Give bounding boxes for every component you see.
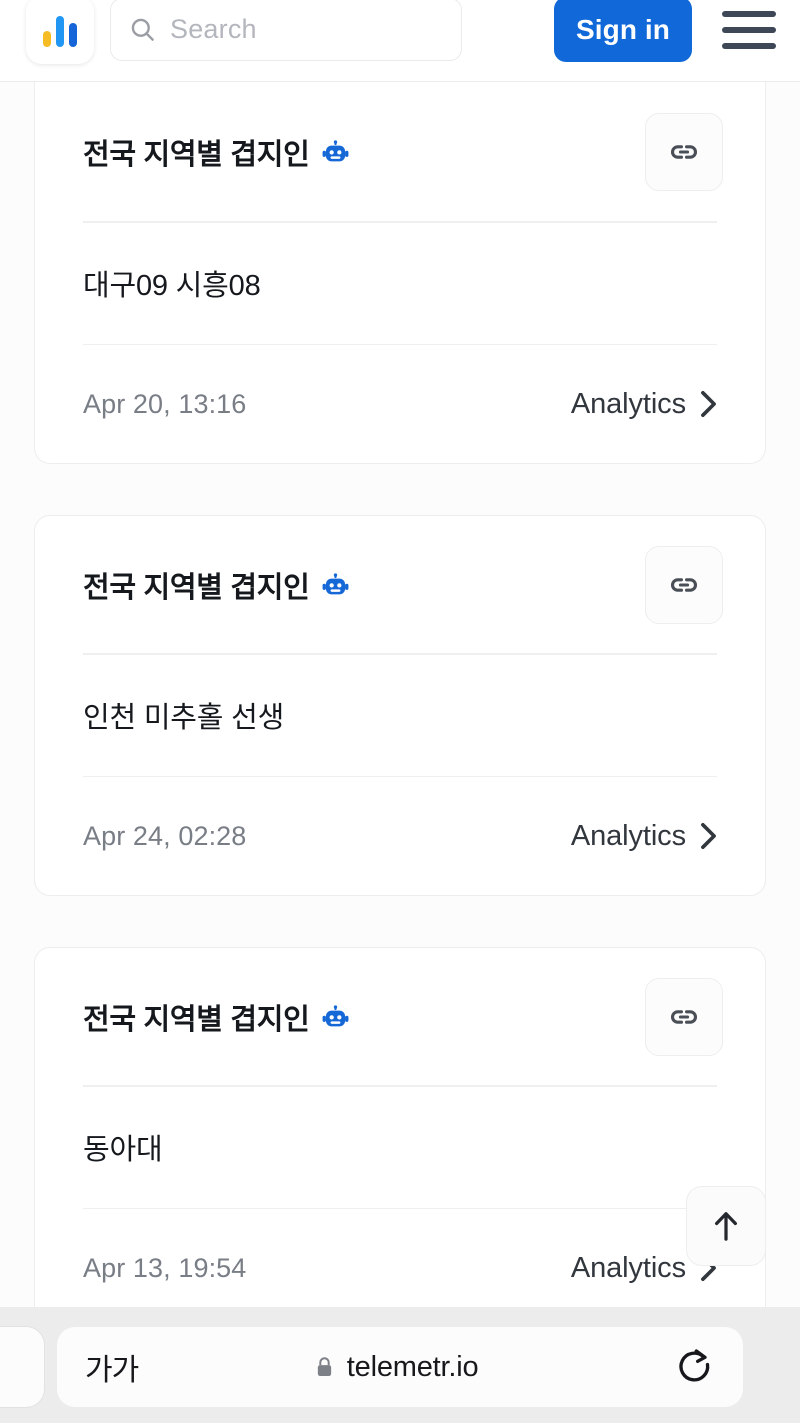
card-meta-row: Apr 13, 19:54 Analytics bbox=[83, 1209, 717, 1310]
link-icon bbox=[670, 1009, 698, 1024]
address-bar[interactable]: 가가 telemetr.io bbox=[57, 1327, 743, 1407]
chevron-right-icon bbox=[701, 390, 716, 418]
hamburger-bar-1 bbox=[722, 10, 776, 17]
card-title: 전국 지역별 겹지인 bbox=[83, 564, 349, 606]
card-title: 전국 지역별 겹지인 bbox=[83, 131, 349, 173]
hamburger-bar-2 bbox=[722, 26, 776, 33]
card-date: Apr 13, 19:54 bbox=[83, 1252, 247, 1283]
hamburger-bar-3 bbox=[722, 42, 776, 49]
card-name: 대구09 시흥08 bbox=[83, 270, 261, 302]
lock-icon bbox=[317, 1357, 331, 1377]
telemetrio-logo[interactable] bbox=[26, 0, 94, 64]
link-icon bbox=[670, 144, 698, 159]
card-title-row: 전국 지역별 겹지인 bbox=[83, 82, 723, 221]
logo-bar-light-blue bbox=[56, 15, 64, 47]
web-page-content: Sign in 전국 지역별 겹지인 bbox=[0, 0, 800, 1310]
card-meta-row: Apr 20, 13:16 Analytics bbox=[83, 345, 717, 463]
search-icon bbox=[131, 18, 154, 41]
logo-bar-yellow bbox=[43, 30, 51, 47]
sign-in-button[interactable]: Sign in bbox=[553, 0, 692, 62]
analytics-label: Analytics bbox=[570, 387, 686, 420]
robot-face-emoji bbox=[322, 573, 348, 595]
card-meta-row: Apr 24, 02:28 Analytics bbox=[83, 777, 717, 895]
card-title: 전국 지역별 겹지인 bbox=[83, 996, 349, 1038]
site-header: Sign in bbox=[0, 0, 800, 82]
reload-icon[interactable] bbox=[675, 1347, 715, 1387]
card-name: 인천 미추홀 선생 bbox=[83, 702, 285, 734]
channel-card[interactable]: 전국 지역별 겹지인 bbox=[34, 515, 766, 896]
card-name-row: 인천 미추홀 선생 bbox=[83, 655, 717, 776]
analytics-label: Analytics bbox=[570, 819, 686, 852]
card-title-row: 전국 지역별 겹지인 bbox=[83, 948, 723, 1085]
arrow-up-icon bbox=[715, 1212, 737, 1241]
card-title-text: 전국 지역별 겹지인 bbox=[83, 571, 310, 604]
card-title-text: 전국 지역별 겹지인 bbox=[83, 138, 310, 171]
link-icon bbox=[670, 577, 698, 592]
robot-face-emoji bbox=[322, 140, 348, 162]
channel-card-list: 전국 지역별 겹지인 대구09 시흥08 Apr 20, 13:16 Analy… bbox=[0, 82, 800, 1310]
analytics-link[interactable]: Analytics bbox=[571, 388, 717, 421]
adjacent-tab-edge[interactable] bbox=[0, 1327, 44, 1407]
analytics-link[interactable]: Analytics bbox=[571, 820, 717, 853]
card-name: 동아대 bbox=[83, 1134, 163, 1166]
robot-face-emoji bbox=[322, 1005, 348, 1027]
copy-link-button[interactable] bbox=[645, 112, 723, 191]
card-date: Apr 24, 02:28 bbox=[83, 820, 247, 851]
hamburger-menu-icon[interactable] bbox=[720, 7, 778, 53]
card-name-row: 동아대 bbox=[83, 1087, 717, 1208]
card-title-row: 전국 지역별 겹지인 bbox=[83, 516, 723, 653]
browser-bottom-bar: 가가 telemetr.io bbox=[0, 1307, 800, 1423]
url-text: telemetr.io bbox=[346, 1350, 479, 1383]
analytics-label: Analytics bbox=[570, 1251, 686, 1284]
card-name-row: 대구09 시흥08 bbox=[83, 223, 717, 344]
copy-link-button[interactable] bbox=[645, 545, 723, 624]
scroll-to-top-button[interactable] bbox=[686, 1186, 766, 1266]
channel-card[interactable]: 전국 지역별 겹지인 bbox=[34, 947, 766, 1310]
search-box[interactable] bbox=[110, 0, 462, 61]
card-date: Apr 20, 13:16 bbox=[83, 388, 247, 419]
url-display[interactable]: telemetr.io bbox=[118, 1351, 675, 1384]
copy-link-button[interactable] bbox=[645, 977, 723, 1056]
logo-bar-dark-blue bbox=[69, 22, 77, 47]
channel-card[interactable]: 전국 지역별 겹지인 bbox=[34, 82, 766, 464]
chevron-right-icon bbox=[701, 822, 716, 850]
card-title-text: 전국 지역별 겹지인 bbox=[83, 1003, 310, 1036]
search-input[interactable] bbox=[170, 14, 443, 45]
